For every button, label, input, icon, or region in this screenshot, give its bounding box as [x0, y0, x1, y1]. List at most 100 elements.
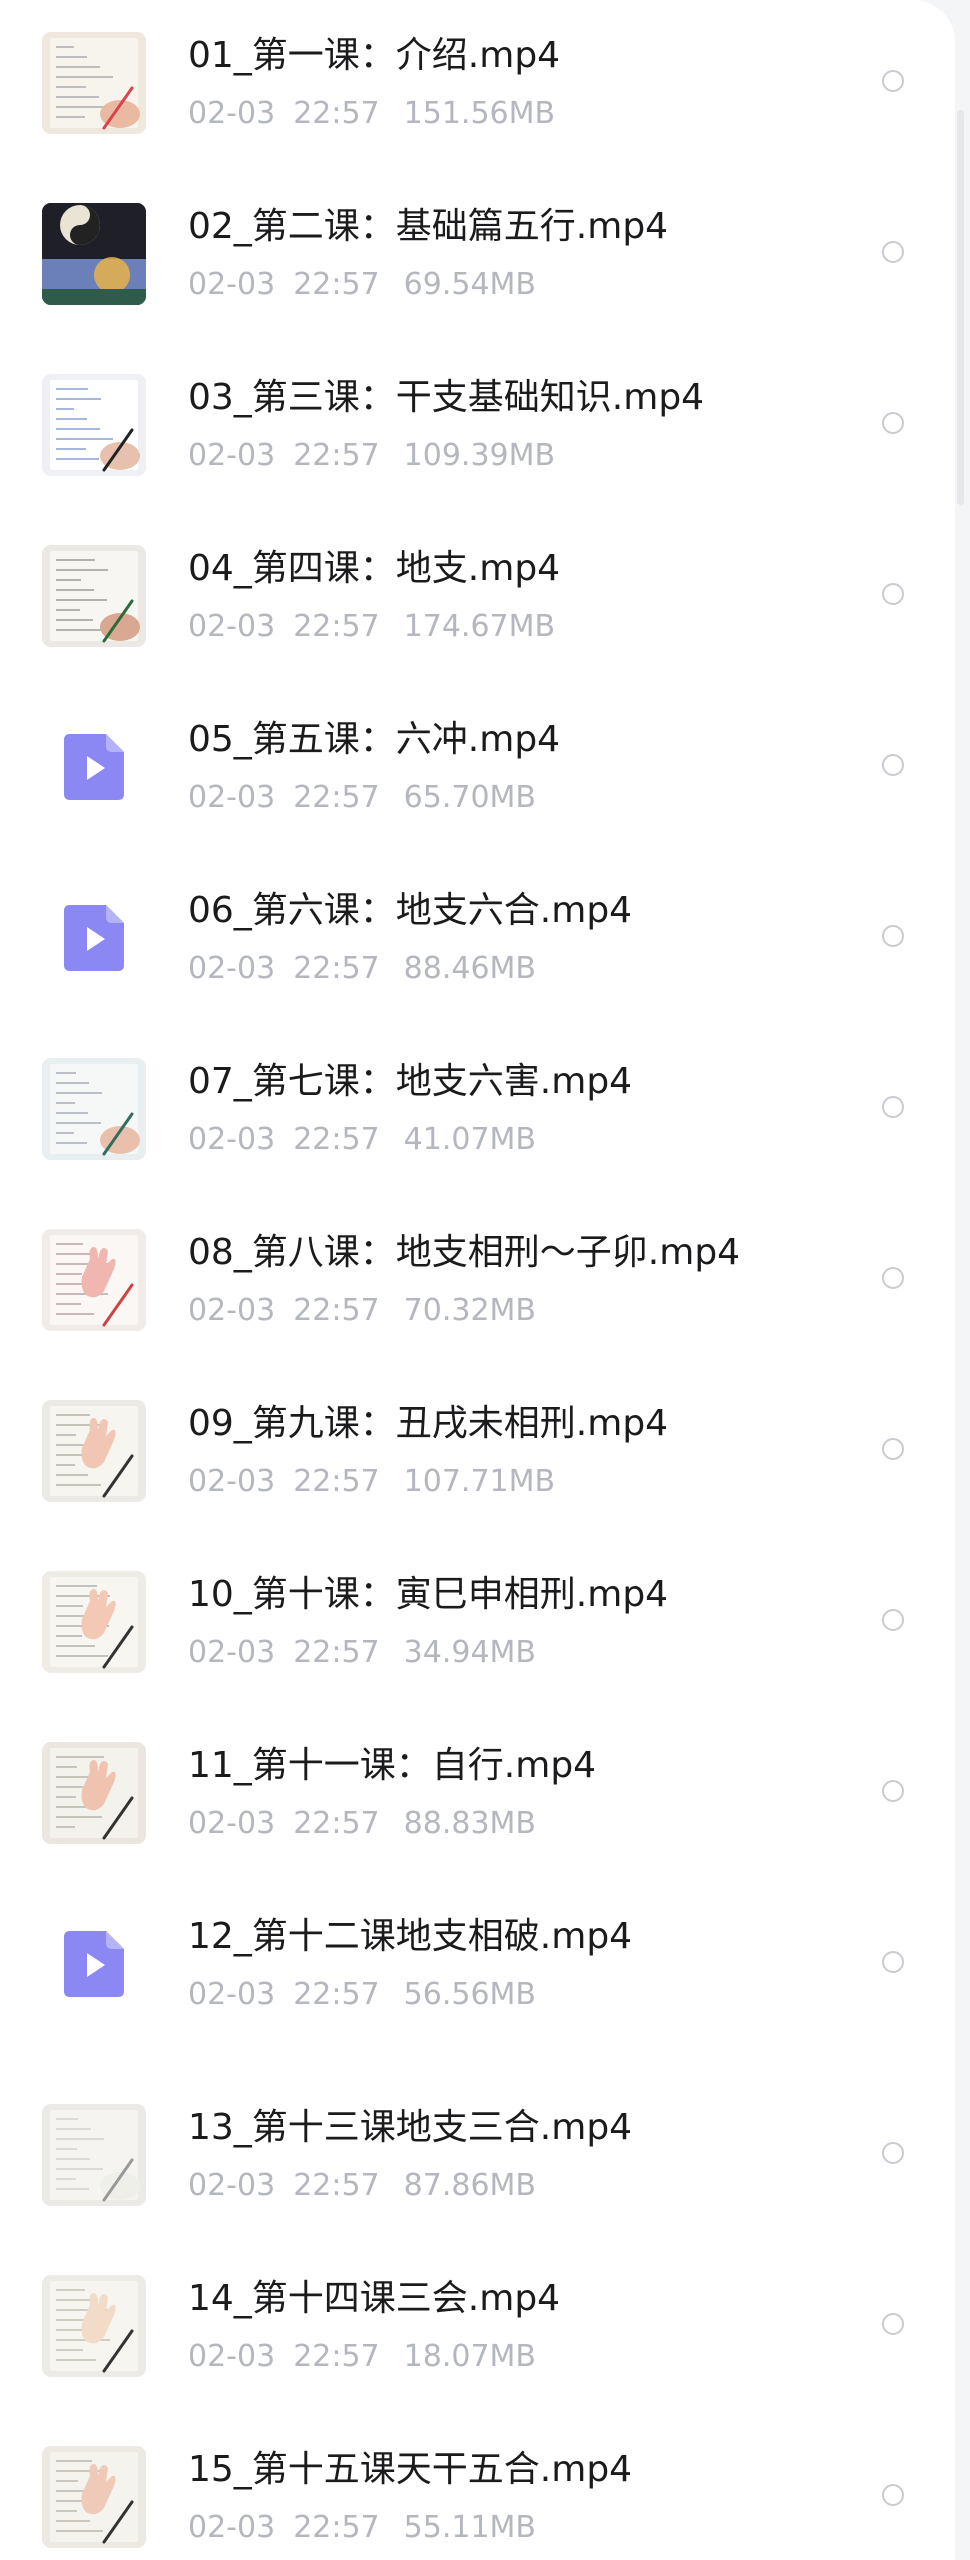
file-meta: 02-03 22:57 70.32MB: [188, 1293, 536, 1329]
select-radio[interactable]: [882, 2313, 904, 2335]
file-date: 02-03: [188, 2510, 276, 2545]
file-size: 109.39MB: [403, 438, 556, 473]
video-thumbnail-icon: [42, 1400, 146, 1502]
file-name: 07_第七课：地支六害.mp4: [188, 1061, 633, 1102]
file-row[interactable]: 11_第十一课：自行.mp4 02-03 22:57 88.83MB: [0, 1710, 955, 1870]
file-row[interactable]: 05_第五课：六冲.mp4 02-03 22:57 65.70MB: [0, 684, 955, 844]
file-row[interactable]: 13_第十三课地支三合.mp4 02-03 22:57 87.86MB: [0, 2072, 955, 2232]
file-name: 14_第十四课三会.mp4: [188, 2278, 561, 2319]
select-radio[interactable]: [882, 1951, 904, 1973]
select-radio[interactable]: [882, 2142, 904, 2164]
scrollbar[interactable]: [957, 110, 964, 505]
file-date: 02-03: [188, 1635, 276, 1670]
file-time: 22:57: [293, 1464, 380, 1499]
file-meta: 02-03 22:57 34.94MB: [188, 1635, 536, 1671]
file-size: 65.70MB: [403, 780, 537, 815]
select-radio[interactable]: [882, 754, 904, 776]
select-radio[interactable]: [882, 1096, 904, 1118]
file-size: 70.32MB: [403, 1293, 537, 1328]
file-date: 02-03: [188, 267, 276, 302]
file-date: 02-03: [188, 1977, 276, 2012]
file-size: 107.71MB: [403, 1464, 556, 1499]
file-date: 02-03: [188, 780, 276, 815]
file-size: 56.56MB: [403, 1977, 537, 2012]
video-thumbnail-icon: [42, 1058, 146, 1160]
file-row[interactable]: 02_第二课：基础篇五行.mp4 02-03 22:57 69.54MB: [0, 171, 955, 331]
file-time: 22:57: [293, 438, 380, 473]
file-meta: 02-03 22:57 65.70MB: [188, 780, 536, 816]
file-time: 22:57: [293, 2168, 380, 2203]
file-size: 41.07MB: [403, 1122, 537, 1157]
file-name: 06_第六课：地支六合.mp4: [188, 890, 633, 931]
select-radio[interactable]: [882, 1267, 904, 1289]
file-size: 55.11MB: [403, 2510, 537, 2545]
file-meta: 02-03 22:57 18.07MB: [188, 2339, 536, 2375]
file-time: 22:57: [293, 1977, 380, 2012]
select-radio[interactable]: [882, 70, 904, 92]
select-radio[interactable]: [882, 241, 904, 263]
file-size: 151.56MB: [403, 96, 556, 131]
select-radio[interactable]: [882, 583, 904, 605]
video-thumbnail-icon: [42, 1571, 146, 1673]
file-row[interactable]: 06_第六课：地支六合.mp4 02-03 22:57 88.46MB: [0, 855, 955, 1015]
file-row[interactable]: 04_第四课：地支.mp4 02-03 22:57 174.67MB: [0, 513, 955, 673]
video-file-icon: [64, 734, 124, 800]
select-radio[interactable]: [882, 925, 904, 947]
file-size: 18.07MB: [403, 2339, 537, 2374]
select-radio[interactable]: [882, 2484, 904, 2506]
video-thumbnail-icon: [42, 545, 146, 647]
file-date: 02-03: [188, 96, 276, 131]
file-row[interactable]: 14_第十四课三会.mp4 02-03 22:57 18.07MB: [0, 2243, 955, 2403]
file-row[interactable]: 09_第九课：丑戌未相刑.mp4 02-03 22:57 107.71MB: [0, 1368, 955, 1528]
video-thumbnail-icon: [42, 374, 146, 476]
select-radio[interactable]: [882, 412, 904, 434]
select-radio[interactable]: [882, 1438, 904, 1460]
file-row[interactable]: 15_第十五课天干五合.mp4 02-03 22:57 55.11MB: [0, 2414, 955, 2560]
select-radio[interactable]: [882, 1780, 904, 1802]
file-date: 02-03: [188, 1464, 276, 1499]
file-size: 69.54MB: [403, 267, 537, 302]
video-thumbnail-icon: [42, 32, 146, 134]
file-name: 05_第五课：六冲.mp4: [188, 719, 561, 760]
file-row[interactable]: 01_第一课：介绍.mp4 02-03 22:57 151.56MB: [0, 0, 955, 160]
file-row[interactable]: 12_第十二课地支相破.mp4 02-03 22:57 56.56MB: [0, 1881, 955, 2041]
file-time: 22:57: [293, 2510, 380, 2545]
file-name: 11_第十一课：自行.mp4: [188, 1745, 597, 1786]
video-thumbnail-icon: [42, 1229, 146, 1331]
file-name: 15_第十五课天干五合.mp4: [188, 2449, 633, 2490]
file-size: 34.94MB: [403, 1635, 537, 1670]
file-time: 22:57: [293, 951, 380, 986]
file-time: 22:57: [293, 1122, 380, 1157]
file-size: 174.67MB: [403, 609, 556, 644]
file-name: 03_第三课：干支基础知识.mp4: [188, 377, 705, 418]
file-date: 02-03: [188, 438, 276, 473]
video-thumbnail-icon: [42, 1742, 146, 1844]
file-time: 22:57: [293, 1806, 380, 1841]
video-thumbnail-icon: [42, 203, 146, 305]
file-time: 22:57: [293, 1293, 380, 1328]
file-row[interactable]: 03_第三课：干支基础知识.mp4 02-03 22:57 109.39MB: [0, 342, 955, 502]
file-meta: 02-03 22:57 88.83MB: [188, 1806, 536, 1842]
select-radio[interactable]: [882, 1609, 904, 1631]
video-thumbnail-icon: [42, 2104, 146, 2206]
file-date: 02-03: [188, 1122, 276, 1157]
file-meta: 02-03 22:57 87.86MB: [188, 2168, 536, 2204]
file-size: 87.86MB: [403, 2168, 537, 2203]
file-time: 22:57: [293, 609, 380, 644]
file-row[interactable]: 07_第七课：地支六害.mp4 02-03 22:57 41.07MB: [0, 1026, 955, 1186]
file-date: 02-03: [188, 1293, 276, 1328]
file-name: 09_第九课：丑戌未相刑.mp4: [188, 1403, 669, 1444]
video-thumbnail-icon: [42, 2446, 146, 2548]
file-name: 12_第十二课地支相破.mp4: [188, 1916, 633, 1957]
file-row[interactable]: 10_第十课：寅巳申相刑.mp4 02-03 22:57 34.94MB: [0, 1539, 955, 1699]
file-meta: 02-03 22:57 109.39MB: [188, 438, 555, 474]
file-meta: 02-03 22:57 151.56MB: [188, 96, 555, 132]
file-row[interactable]: 08_第八课：地支相刑～子卯.mp4 02-03 22:57 70.32MB: [0, 1197, 955, 1357]
file-size: 88.83MB: [403, 1806, 537, 1841]
video-file-icon: [64, 905, 124, 971]
file-time: 22:57: [293, 1635, 380, 1670]
file-meta: 02-03 22:57 174.67MB: [188, 609, 555, 645]
file-name: 02_第二课：基础篇五行.mp4: [188, 206, 669, 247]
file-name: 08_第八课：地支相刑～子卯.mp4: [188, 1232, 741, 1273]
file-size: 88.46MB: [403, 951, 537, 986]
